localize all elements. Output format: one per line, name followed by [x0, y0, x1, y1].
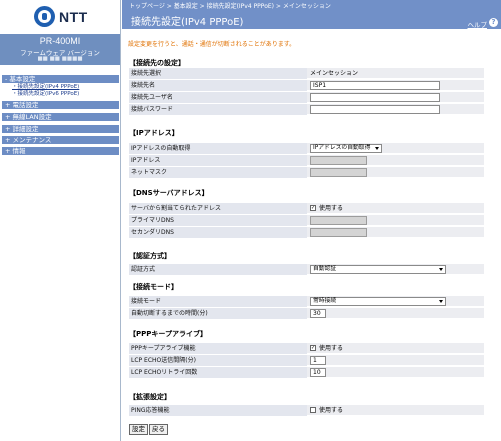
menu-phone-settings[interactable]: + 電話設定 [2, 101, 119, 109]
table-row: 接続モード 常時接続 [129, 296, 484, 307]
ntt-logo-icon [34, 6, 55, 27]
field-label: 自動切断するまでの時間(分) [129, 308, 307, 319]
logo-text: NTT [59, 9, 88, 25]
table-row: 接続先選択 メインセッション [129, 68, 484, 79]
model-info: PR-400MI ファームウェア バージョン ■■ ■■ ■■■■ [0, 34, 120, 65]
menu-advanced-settings[interactable]: + 詳細設定 [2, 125, 119, 133]
connection-mode-select[interactable]: 常時接続 [310, 297, 446, 306]
field-label: LCP ECHOリトライ回数 [129, 367, 307, 378]
section-title-ip: 【IPアドレス】 [129, 129, 179, 137]
lcp-echo-interval-input[interactable]: 1 [310, 356, 326, 365]
field-label: 接続モード [129, 296, 307, 307]
dropdown-arrow-icon [439, 300, 443, 303]
section-title-auth: 【認証方式】 [129, 252, 171, 260]
help-link[interactable]: ヘルプ [468, 19, 488, 29]
table-row: サーバから割当てられたアドレス ✓ 使用する [129, 203, 484, 214]
table-row: 接続先ユーザ名 [129, 92, 484, 103]
primary-dns-input[interactable] [310, 216, 367, 225]
model-name: PR-400MI [39, 36, 81, 46]
auth-method-select[interactable]: 自動認証 [310, 265, 446, 274]
netmask-input[interactable] [310, 168, 367, 177]
password-input[interactable] [310, 105, 440, 114]
table-row: ネットマスク [129, 167, 484, 178]
warning-notice: 設定変更を行うと、通話・通信が切断されることがあります。 [128, 41, 296, 48]
header-bar: トップページ > 基本設定 > 接続先設定(IPv4 PPPoE) > メインセ… [122, 0, 501, 29]
dropdown-arrow-icon [375, 147, 379, 150]
secondary-dns-input[interactable] [310, 228, 367, 237]
username-input[interactable] [310, 93, 440, 102]
select-value: 自動認証 [313, 266, 337, 272]
select-value: 常時接続 [313, 298, 337, 304]
auto-disconnect-input[interactable]: 30 [310, 309, 326, 318]
field-label: セカンダリDNS [129, 227, 307, 238]
field-label: ネットマスク [129, 167, 307, 178]
section-title-dns: 【DNSサーバアドレス】 [129, 189, 209, 197]
dns-auto-checkbox[interactable]: ✓ [310, 205, 316, 211]
lcp-echo-retry-input[interactable]: 10 [310, 368, 326, 377]
connection-name-input[interactable]: ISP1 [310, 81, 440, 90]
sidebar: NTT PR-400MI ファームウェア バージョン ■■ ■■ ■■■■ - … [0, 0, 121, 441]
ip-auto-select[interactable]: IPアドレスの自動取得 [310, 144, 382, 153]
firmware-version: ■■ ■■ ■■■■ [37, 56, 83, 62]
menu-maintenance[interactable]: + メンテナンス [2, 136, 119, 144]
ping-response-checkbox[interactable] [310, 407, 316, 413]
field-label: PPPキープアライブ機能 [129, 343, 307, 354]
checkbox-label: 使用する [319, 345, 344, 352]
page-title: 接続先設定(IPv4 PPPoE) [131, 17, 244, 28]
breadcrumb[interactable]: トップページ > 基本設定 > 接続先設定(IPv4 PPPoE) > メインセ… [129, 1, 331, 10]
field-label: サーバから割当てられたアドレス [129, 203, 307, 214]
field-label: PING応答機能 [129, 405, 307, 416]
help-icon[interactable]: ? [489, 18, 498, 27]
field-label: 接続先名 [129, 80, 307, 91]
table-row: LCP ECHOリトライ回数 10 [129, 367, 484, 378]
checkbox-label: 使用する [319, 205, 344, 212]
table-row: PPPキープアライブ機能 ✓ 使用する [129, 343, 484, 354]
field-label: 認証方式 [129, 264, 307, 275]
table-row: IPアドレス [129, 155, 484, 166]
table-row: PING応答機能 使用する [129, 405, 484, 416]
keepalive-checkbox[interactable]: ✓ [310, 345, 316, 351]
session-value: メインセッション [310, 70, 359, 77]
menu-wlan-settings[interactable]: + 無線LAN設定 [2, 113, 119, 121]
section-title-keepalive: 【PPPキープアライブ】 [129, 330, 207, 338]
table-row: 認証方式 自動認証 [129, 264, 484, 275]
table-row: IPアドレスの自動取得 IPアドレスの自動取得 [129, 143, 484, 154]
ntt-logo[interactable]: NTT [34, 6, 94, 30]
ip-address-input[interactable] [310, 156, 367, 165]
field-label: プライマリDNS [129, 215, 307, 226]
menu-information[interactable]: + 情報 [2, 147, 119, 155]
table-row: LCP ECHO送信間隔(分) 1 [129, 355, 484, 366]
select-value: IPアドレスの自動取得 [313, 145, 371, 151]
menu-sub-ipv4-pppoe[interactable]: ・接続先設定(IPv4 PPPoE) [12, 84, 79, 91]
menu-sub-ipv6-pppoe[interactable]: ・接続先設定(IPv6 PPPoE) [12, 91, 79, 98]
field-label: 接続先選択 [129, 68, 307, 79]
table-row: プライマリDNS [129, 215, 484, 226]
dropdown-arrow-icon [439, 268, 443, 271]
table-row: 自動切断するまでの時間(分) 30 [129, 308, 484, 319]
section-title-extension: 【拡張設定】 [129, 393, 171, 401]
menu-basic-settings[interactable]: - 基本設定 [2, 75, 119, 83]
table-row: 接続パスワード [129, 104, 484, 115]
field-label: 接続パスワード [129, 104, 307, 115]
field-label: LCP ECHO送信間隔(分) [129, 355, 307, 366]
table-row: 接続先名 ISP1 [129, 80, 484, 91]
section-title-mode: 【接続モード】 [129, 283, 178, 291]
checkbox-label: 使用する [319, 407, 344, 414]
set-button[interactable]: 設定 [129, 424, 148, 435]
back-button[interactable]: 戻る [149, 424, 168, 435]
field-label: IPアドレス [129, 155, 307, 166]
field-label: 接続先ユーザ名 [129, 92, 307, 103]
table-row: セカンダリDNS [129, 227, 484, 238]
field-label: IPアドレスの自動取得 [129, 143, 307, 154]
section-title-connection: 【接続先の設定】 [129, 59, 185, 67]
